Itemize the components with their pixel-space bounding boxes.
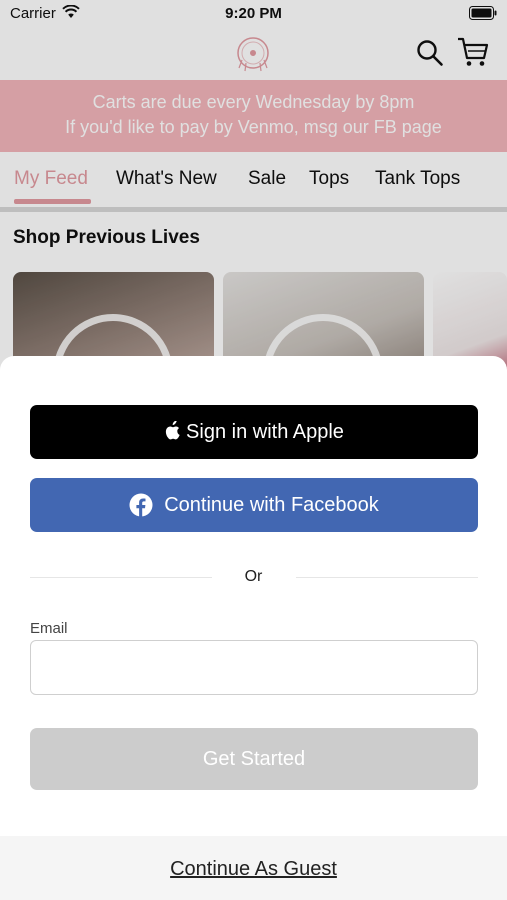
or-divider-right	[296, 577, 478, 578]
sign-in-sheet: Sign in with Apple Continue with Faceboo…	[0, 356, 507, 900]
email-label: Email	[30, 620, 68, 637]
facebook-button-label: Continue with Facebook	[164, 493, 379, 516]
apple-icon	[165, 421, 180, 440]
guest-footer: Continue As Guest	[0, 836, 507, 900]
get-started-button[interactable]: Get Started	[30, 728, 478, 790]
continue-with-facebook-button[interactable]: Continue with Facebook	[30, 478, 478, 532]
continue-as-guest-link[interactable]: Continue As Guest	[0, 858, 507, 881]
facebook-icon	[129, 493, 153, 517]
sign-in-with-apple-button[interactable]: Sign in with Apple	[30, 405, 478, 459]
apple-button-label: Sign in with Apple	[186, 420, 344, 443]
get-started-label: Get Started	[202, 747, 306, 770]
email-field[interactable]	[30, 640, 478, 695]
